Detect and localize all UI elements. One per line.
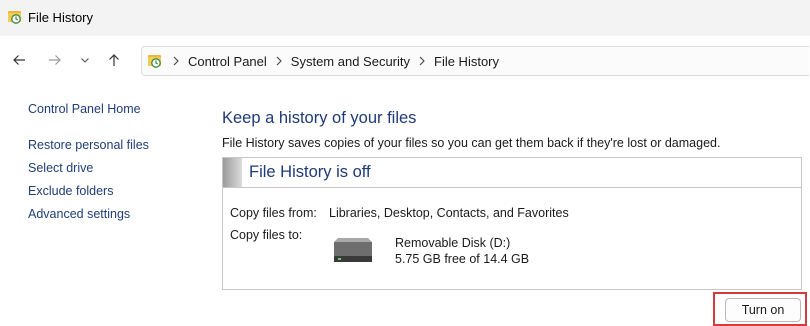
page-title: Keep a history of your files bbox=[222, 109, 417, 127]
copy-from-value: Libraries, Desktop, Contacts, and Favori… bbox=[329, 206, 569, 220]
status-header: File History is off bbox=[223, 158, 801, 188]
chevron-right-icon[interactable] bbox=[272, 56, 286, 66]
turn-on-button[interactable]: Turn on bbox=[725, 298, 801, 322]
copy-from-label: Copy files from: bbox=[230, 206, 317, 220]
arrow-up-icon bbox=[109, 54, 119, 66]
drive-icon bbox=[334, 238, 372, 262]
header-stripe bbox=[223, 158, 242, 187]
arrow-left-icon bbox=[13, 55, 25, 65]
status-title: File History is off bbox=[249, 163, 371, 181]
chevron-down-icon bbox=[81, 58, 89, 63]
sidebar-item-advanced-settings[interactable]: Advanced settings bbox=[28, 207, 130, 221]
back-button[interactable] bbox=[8, 49, 30, 71]
chevron-right-icon[interactable] bbox=[415, 56, 429, 66]
sidebar-item-select-drive[interactable]: Select drive bbox=[28, 161, 93, 175]
file-history-icon bbox=[148, 55, 161, 68]
sidebar-item-exclude-folders[interactable]: Exclude folders bbox=[28, 184, 113, 198]
status-panel: File History is off Copy files from: Lib… bbox=[222, 157, 802, 290]
drive-name: Removable Disk (D:) bbox=[395, 236, 511, 250]
drive-free-space: 5.75 GB free of 14.4 GB bbox=[395, 252, 530, 266]
forward-button[interactable] bbox=[44, 49, 66, 71]
recent-locations-button[interactable] bbox=[74, 49, 96, 71]
address-bar[interactable]: Control Panel System and Security File H… bbox=[141, 46, 809, 76]
title-bar: File History bbox=[0, 0, 810, 36]
sidebar-item-control-panel-home[interactable]: Control Panel Home bbox=[28, 102, 141, 116]
breadcrumb-system-and-security[interactable]: System and Security bbox=[289, 54, 412, 69]
arrow-right-icon bbox=[49, 55, 61, 65]
chevron-right-icon[interactable] bbox=[169, 56, 183, 66]
file-history-icon bbox=[8, 11, 21, 24]
breadcrumb: Control Panel System and Security File H… bbox=[166, 47, 501, 75]
up-button[interactable] bbox=[103, 49, 125, 71]
copy-to-label: Copy files to: bbox=[230, 228, 303, 242]
navigation-toolbar: Control Panel System and Security File H… bbox=[0, 36, 810, 84]
sidebar-item-restore-personal-files[interactable]: Restore personal files bbox=[28, 138, 149, 152]
breadcrumb-control-panel[interactable]: Control Panel bbox=[186, 54, 269, 69]
window-title: File History bbox=[28, 10, 94, 25]
breadcrumb-file-history[interactable]: File History bbox=[432, 54, 501, 69]
page-description: File History saves copies of your files … bbox=[222, 136, 721, 150]
